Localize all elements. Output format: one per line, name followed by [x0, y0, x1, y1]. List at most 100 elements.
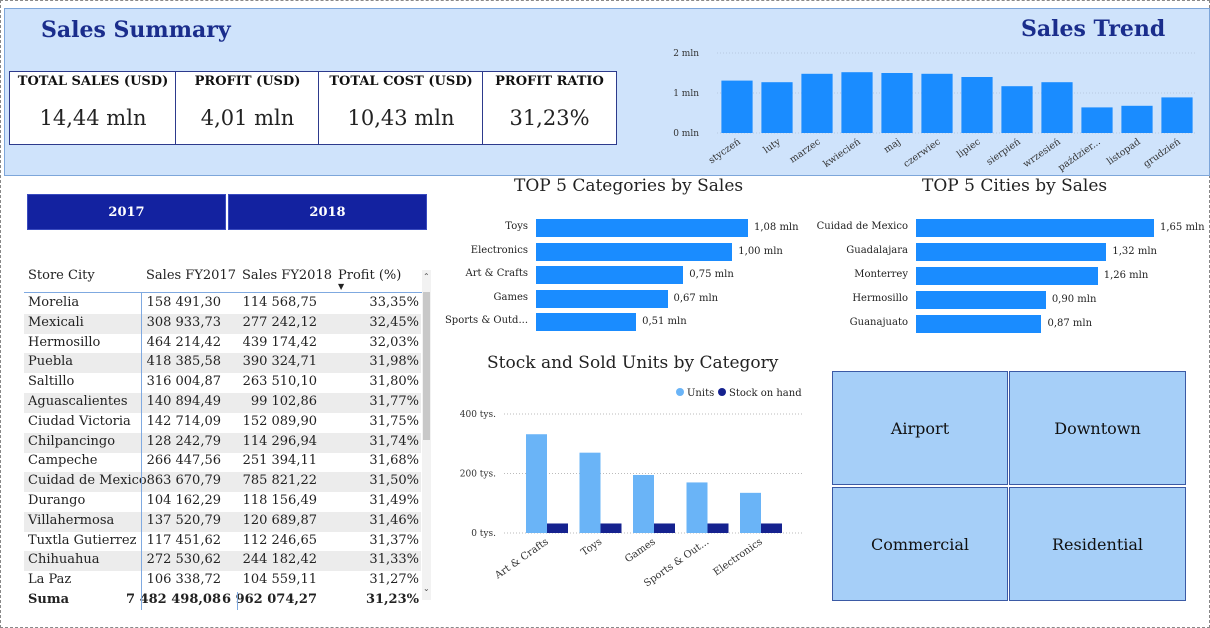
trend-bar[interactable]	[721, 80, 753, 133]
cell-sales-fy2017: 117 451,62	[146, 532, 221, 548]
bar-label: Toys	[505, 221, 528, 232]
bar-label: Games	[493, 291, 528, 303]
kpi-value: 31,23%	[509, 106, 590, 130]
x-tick-label: Electronics	[712, 536, 765, 578]
bar-label: Hermosillo	[852, 293, 908, 304]
units-bar[interactable]	[579, 452, 601, 533]
column-header-profit[interactable]: Profit (%)	[338, 268, 401, 283]
trend-bar[interactable]	[1161, 97, 1193, 133]
stock-bar[interactable]	[547, 523, 568, 533]
table-header-divider	[24, 292, 422, 293]
cell-sales-fy2017: 128 242,79	[146, 433, 221, 449]
kpi-profit: PROFIT (USD) 4,01 mln	[175, 71, 320, 145]
stock-bar[interactable]	[654, 523, 675, 533]
trend-bar[interactable]	[1121, 105, 1153, 133]
cell-profit: 31,74%	[369, 433, 419, 449]
x-tick-label: lipiec	[955, 136, 983, 160]
cell-sales-fy2018: 120 689,87	[242, 512, 317, 528]
tile-residential[interactable]: Residential	[1009, 487, 1186, 601]
table-row: Durango 104 162,29 118 156,49 31,49%	[24, 492, 421, 512]
cell-profit: 31,98%	[369, 354, 419, 370]
bar-value-label: 0,87 mln	[1047, 318, 1093, 329]
bar-label: Cuidad de Mexico	[816, 221, 908, 232]
cell-store-city: Villahermosa	[28, 512, 115, 528]
bar-value-label: 0,90 mln	[1051, 294, 1097, 305]
cell-store-city: Puebla	[28, 354, 74, 370]
bar	[916, 315, 1042, 333]
column-header-store-city[interactable]: Store City	[28, 268, 95, 283]
trend-bar[interactable]	[1001, 86, 1033, 133]
units-bar[interactable]	[633, 474, 654, 533]
x-tick-label: czerwiec	[902, 136, 943, 169]
cell-store-city: Ciudad Victoria	[28, 413, 131, 429]
stock-bar[interactable]	[761, 523, 782, 533]
trend-bar[interactable]	[1081, 107, 1113, 133]
table-total-row: Suma 7 482 498,08 6 962 074,27 31,23%	[24, 591, 421, 611]
column-header-sales-fy2018[interactable]: Sales FY2018	[242, 268, 332, 283]
trend-bar[interactable]	[921, 73, 953, 133]
table-row: Tuxtla Gutierrez 117 451,62 112 246,65 31,3…	[24, 532, 421, 552]
cell-sales-fy2017: 464 214,42	[146, 334, 221, 350]
table-row: Mexicali 308 933,73 277 242,12 32,45%	[24, 313, 421, 334]
cell-sales-fy2017: 140 894,49	[146, 394, 221, 409]
kpi-label: PROFIT RATIO	[495, 74, 604, 89]
legend-label: Units	[687, 388, 714, 399]
sales-trend-chart: 0 mln 1 mln 2 mln styczeń luty marzeckwiecień…	[673, 49, 1197, 173]
table-row: Ciudad Victoria 142 714,09 152 089,90 31,75…	[24, 413, 421, 433]
cell-store-city: Chihuahua	[28, 552, 100, 568]
cell-store-city: Chilpancingo	[28, 433, 116, 449]
cell-store-city: La Paz	[28, 572, 72, 588]
table-row: Saltillo 316 004,87 263 510,10 31,80%	[24, 373, 421, 393]
cell-sales-fy2018: 785 821,22	[242, 473, 317, 489]
cell-profit: 31,37%	[369, 532, 419, 548]
year-button-2017[interactable]: 2017	[27, 194, 226, 230]
y-tick-label: 200 tys.	[460, 470, 496, 480]
units-bar[interactable]	[740, 492, 761, 533]
trend-bar[interactable]	[801, 73, 833, 133]
x-tick-label: Toys	[579, 536, 604, 558]
cell-profit: 31,80%	[369, 374, 419, 390]
kpi-label: PROFIT (USD)	[194, 74, 301, 89]
trend-bar[interactable]	[1041, 82, 1073, 133]
column-header-sales-fy2017[interactable]: Sales FY2017	[146, 268, 236, 283]
cell-profit: 32,03%	[369, 334, 419, 350]
cell-store-city: Aguascalientes	[28, 394, 128, 409]
bar	[536, 289, 668, 308]
stock-bar[interactable]	[600, 523, 622, 533]
bar	[536, 313, 637, 331]
bar	[916, 291, 1046, 309]
year-button-2018[interactable]: 2018	[228, 194, 427, 230]
tile-downtown[interactable]: Downtown	[1009, 371, 1186, 485]
table-row: Puebla 418 385,58 390 324,71 31,98%	[24, 353, 421, 374]
scroll-down-icon[interactable]: ⌄	[423, 584, 430, 593]
kpi-value: 14,44 mln	[39, 106, 147, 130]
bar-label: Art & Crafts	[465, 268, 528, 279]
units-bar[interactable]	[526, 434, 547, 533]
table-row: Chihuahua 272 530,62 244 182,42 31,33%	[24, 551, 421, 572]
stock-bar[interactable]	[707, 523, 729, 533]
cell-sales-fy2018: 152 089,90	[242, 413, 317, 429]
table-row: La Paz 106 338,72 104 559,11 31,27%	[24, 571, 421, 591]
legend-label: Stock on hand	[729, 388, 802, 399]
stock-units-title: Stock and Sold Units by Category	[487, 353, 779, 373]
y-tick-label: 0 mln	[673, 129, 699, 139]
legend-marker	[718, 388, 726, 396]
x-tick-label: sierpień	[985, 136, 1023, 167]
tile-airport[interactable]: Airport	[832, 371, 1008, 485]
cell-sales-fy2018: 114 296,94	[242, 433, 317, 449]
units-bar[interactable]	[686, 482, 708, 533]
kpi-total-sales: TOTAL SALES (USD) 14,44 mln	[9, 71, 177, 145]
trend-bar[interactable]	[961, 77, 993, 133]
bar	[536, 266, 684, 284]
bar-value-label: 0,75 mln	[689, 269, 734, 280]
bar	[916, 219, 1154, 237]
cell-sales-fy2017: 863 670,79	[146, 473, 221, 489]
cell-sales-fy2018: 104 559,11	[242, 572, 317, 588]
sales-summary-title: Sales Summary	[41, 17, 231, 43]
x-tick-label: paździer...	[1056, 136, 1102, 173]
trend-bar[interactable]	[841, 72, 873, 133]
tile-commercial[interactable]: Commercial	[832, 487, 1008, 601]
cell-sales-fy2017: 266 447,56	[146, 453, 221, 469]
trend-bar[interactable]	[761, 82, 793, 133]
trend-bar[interactable]	[881, 73, 913, 133]
